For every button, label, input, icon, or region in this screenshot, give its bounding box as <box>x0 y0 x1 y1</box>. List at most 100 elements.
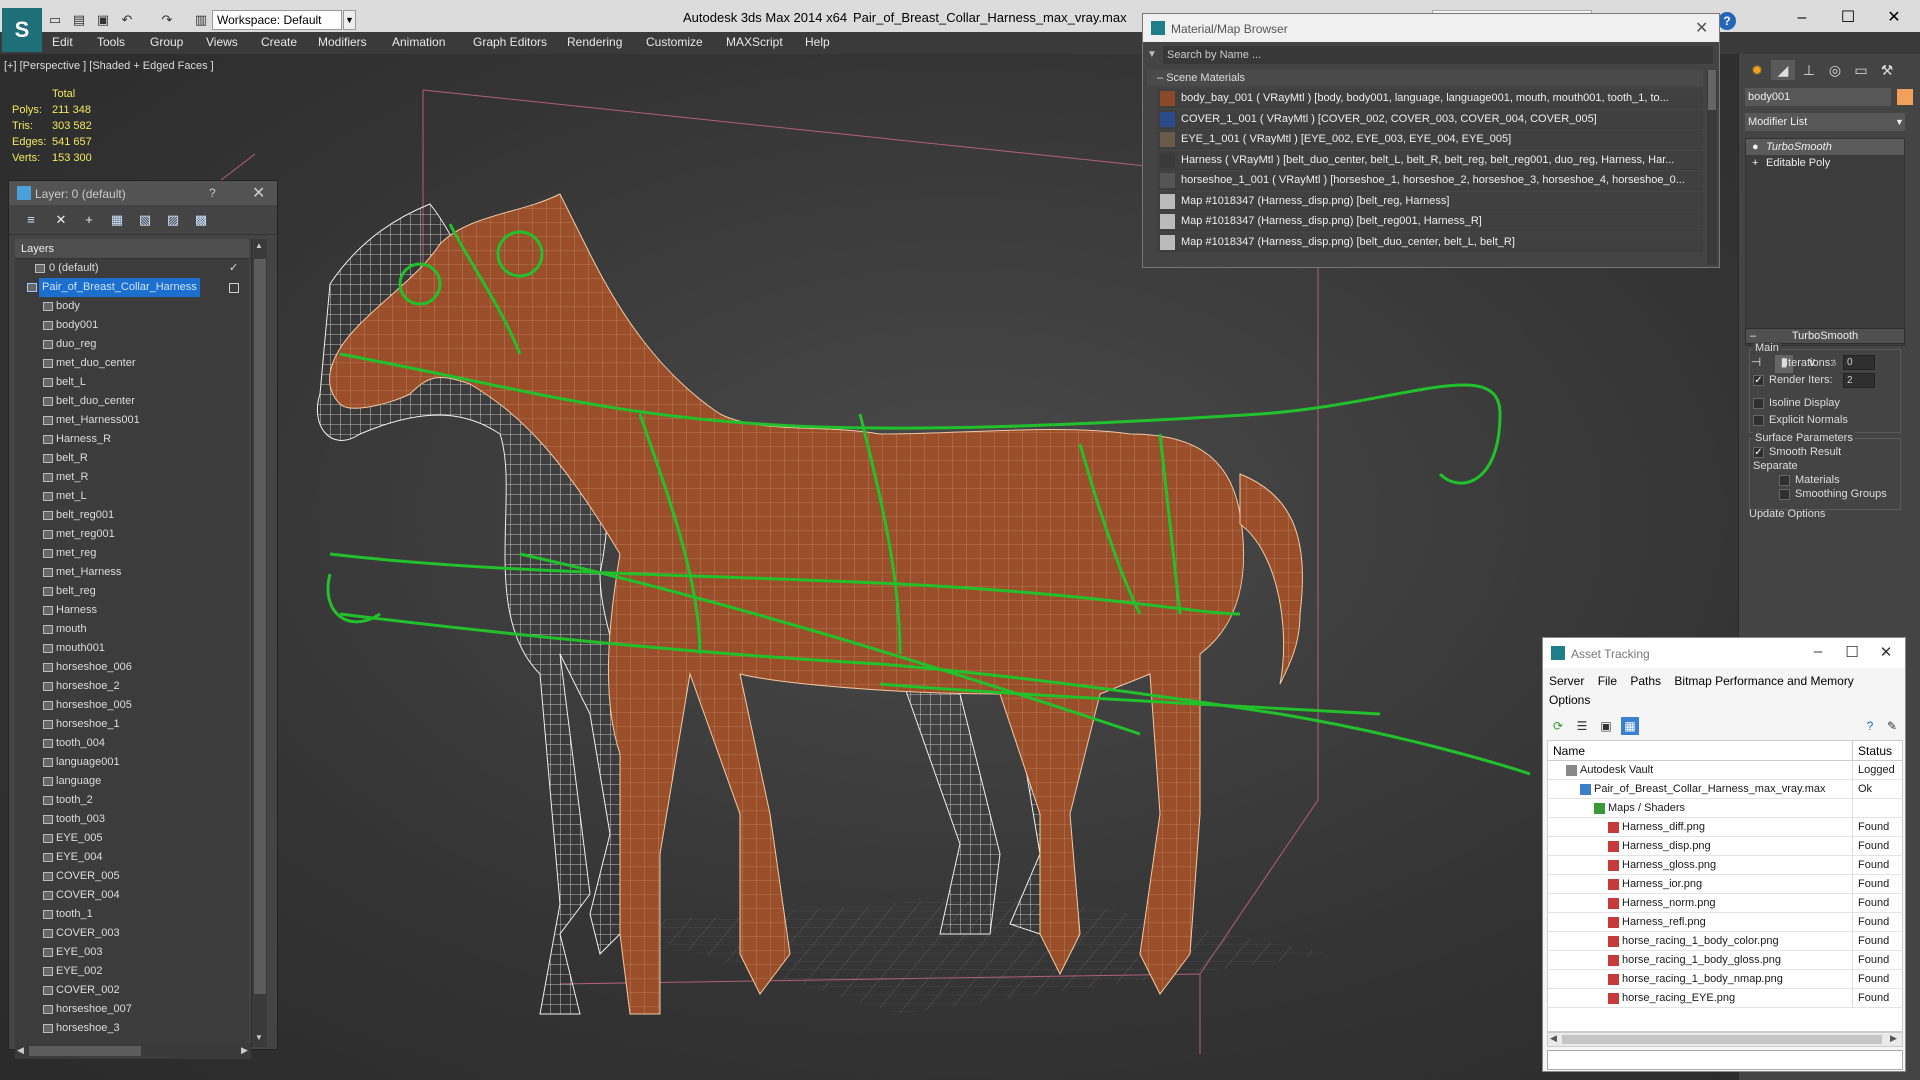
select-objects-icon[interactable]: ▦ <box>107 211 127 229</box>
utilities-tab-icon[interactable]: ⚒ <box>1875 60 1899 80</box>
menu-views[interactable]: Views <box>206 35 238 49</box>
viewport-label[interactable]: [+] [Perspective ] [Shaded + Edged Faces… <box>4 60 214 72</box>
close-button[interactable]: ✕ <box>1871 643 1901 661</box>
layer-row-selected[interactable]: Pair_of_Breast_Collar_Harness <box>15 278 249 297</box>
layer-object-row[interactable]: COVER_003 <box>15 924 249 943</box>
workspace-select[interactable]: Workspace: Default <box>212 10 342 30</box>
asset-table-row[interactable]: Harness_gloss.png Found <box>1548 856 1902 875</box>
material-list-item[interactable]: Map #1018347 (Harness_disp.png) [belt_re… <box>1157 212 1703 231</box>
layer-object-row[interactable]: met_Harness <box>15 563 249 582</box>
layer-object-row[interactable]: met_L <box>15 487 249 506</box>
asset-table-row[interactable]: Harness_diff.png Found <box>1548 818 1902 837</box>
menu-maxscript[interactable]: MAXScript <box>726 35 783 49</box>
layer-object-row[interactable]: mouth001 <box>15 639 249 658</box>
layer-object-row[interactable]: EYE_005 <box>15 829 249 848</box>
layer-object-row[interactable]: horseshoe_006 <box>15 658 249 677</box>
menu-rendering[interactable]: Rendering <box>567 35 622 49</box>
layer-object-row[interactable]: met_R <box>15 468 249 487</box>
materials-checkbox[interactable] <box>1779 475 1790 486</box>
object-color-swatch[interactable] <box>1897 89 1913 105</box>
refresh-icon[interactable]: ⟳ <box>1549 717 1567 735</box>
layer-object-row[interactable]: tooth_2 <box>15 791 249 810</box>
maximize-button[interactable]: ☐ <box>1828 6 1868 30</box>
modifier-list-dropdown[interactable]: Modifier List ▼ <box>1745 113 1905 131</box>
layer-object-row[interactable]: belt_reg <box>15 582 249 601</box>
expand-icon[interactable]: + <box>1752 155 1758 171</box>
hierarchy-tab-icon[interactable]: ⊥ <box>1797 60 1821 80</box>
menu-group[interactable]: Group <box>150 35 183 49</box>
scroll-down-icon[interactable]: ▼ <box>255 1033 263 1042</box>
layer-object-row[interactable]: COVER_002 <box>15 981 249 1000</box>
asset-table-row[interactable]: Pair_of_Breast_Collar_Harness_max_vray.m… <box>1548 780 1902 799</box>
asset-table-row[interactable]: Autodesk Vault Logged <box>1548 761 1902 780</box>
layer-close-button[interactable]: ✕ <box>252 183 265 203</box>
material-list-item[interactable]: COVER_1_001 ( VRayMtl ) [COVER_002, COVE… <box>1157 109 1703 129</box>
column-status[interactable]: Status <box>1858 744 1892 758</box>
menu-graph-editors[interactable]: Graph Editors <box>473 35 547 49</box>
app-logo-icon[interactable]: S <box>2 8 42 52</box>
layer-object-row[interactable]: tooth_003 <box>15 810 249 829</box>
material-browser-titlebar[interactable]: Material/Map Browser ✕ <box>1143 14 1719 42</box>
layer-object-row[interactable]: body001 <box>15 316 249 335</box>
menu-animation[interactable]: Animation <box>392 35 445 49</box>
asset-table-row[interactable]: Harness_ior.png Found <box>1548 875 1902 894</box>
scene-materials-group[interactable]: – Scene Materials <box>1147 70 1703 86</box>
layer-object-row[interactable]: met_duo_center <box>15 354 249 373</box>
layer-object-row[interactable]: tooth_1 <box>15 905 249 924</box>
menu-server[interactable]: Server <box>1549 674 1584 688</box>
thumbnail-view-icon[interactable]: ▣ <box>1597 717 1615 735</box>
layer-object-row[interactable]: body <box>15 297 249 316</box>
hide-all-layers-icon[interactable]: ▨ <box>163 211 183 229</box>
scroll-left-icon[interactable]: ◀ <box>1550 1033 1557 1044</box>
scrollbar-thumb[interactable] <box>29 1046 141 1056</box>
create-tab-icon[interactable]: ✹ <box>1745 60 1769 80</box>
layers-column-header[interactable]: Layers <box>15 239 249 259</box>
layer-object-row[interactable]: language001 <box>15 753 249 772</box>
layer-object-row[interactable]: belt_R <box>15 449 249 468</box>
layer-object-row[interactable]: COVER_005 <box>15 867 249 886</box>
column-divider[interactable] <box>1852 741 1853 761</box>
layer-object-row[interactable]: met_Harness001 <box>15 411 249 430</box>
layer-object-row[interactable]: met_reg <box>15 544 249 563</box>
settings-icon[interactable]: ✎ <box>1883 717 1901 735</box>
isoline-display-checkbox[interactable] <box>1753 398 1764 409</box>
material-list-item[interactable]: body_bay_001 ( VRayMtl ) [body, body001,… <box>1157 89 1703 108</box>
close-button[interactable]: ✕ <box>1874 6 1914 30</box>
scrollbar-thumb[interactable] <box>254 259 266 994</box>
layer-object-row[interactable]: belt_reg001 <box>15 506 249 525</box>
highlight-layer-icon[interactable]: ▧ <box>135 211 155 229</box>
current-layer-icon[interactable] <box>229 283 239 293</box>
add-selection-icon[interactable]: + <box>79 211 99 229</box>
layer-object-row[interactable]: belt_L <box>15 373 249 392</box>
minimize-button[interactable]: – <box>1782 6 1822 30</box>
menu-options[interactable]: Options <box>1549 693 1590 707</box>
column-name[interactable]: Name <box>1553 744 1585 758</box>
stack-item-editable-poly[interactable]: + Editable Poly <box>1746 155 1904 171</box>
undo-icon[interactable]: ↶ <box>118 11 136 29</box>
table-view-icon[interactable]: ▦ <box>1621 717 1639 735</box>
asset-table-row[interactable]: horse_racing_1_body_gloss.png Found <box>1548 951 1902 970</box>
scroll-right-icon[interactable]: ▶ <box>1890 1033 1897 1044</box>
asset-table-row[interactable]: horse_racing_1_body_color.png Found <box>1548 932 1902 951</box>
scroll-left-icon[interactable]: ◀ <box>17 1045 24 1056</box>
material-search-input[interactable]: Search by Name ... <box>1163 46 1713 64</box>
browser-options-icon[interactable]: ▼ <box>1147 49 1157 60</box>
object-name-field[interactable]: body001 <box>1745 88 1891 106</box>
scroll-right-icon[interactable]: ▶ <box>241 1045 248 1056</box>
render-iters-spinner[interactable]: 2 <box>1843 373 1875 388</box>
update-options-label[interactable]: Update Options <box>1749 508 1825 520</box>
asset-horizontal-scrollbar[interactable]: ◀ ▶ <box>1547 1032 1903 1047</box>
asset-table-row[interactable]: Harness_disp.png Found <box>1548 837 1902 856</box>
scroll-up-icon[interactable]: ▲ <box>255 241 263 250</box>
help-icon[interactable]: ? <box>1718 12 1736 30</box>
layer-object-row[interactable]: belt_duo_center <box>15 392 249 411</box>
layer-object-row[interactable]: horseshoe_007 <box>15 1000 249 1019</box>
lightbulb-icon[interactable]: ● <box>1752 139 1759 155</box>
open-file-icon[interactable]: ▤ <box>70 11 88 29</box>
layer-object-row[interactable]: COVER_004 <box>15 886 249 905</box>
create-layer-icon[interactable]: ≡ <box>21 211 41 229</box>
material-list-item[interactable]: EYE_1_001 ( VRayMtl ) [EYE_002, EYE_003,… <box>1157 130 1703 149</box>
save-icon[interactable]: ▣ <box>94 11 112 29</box>
layer-object-row[interactable]: horseshoe_005 <box>15 696 249 715</box>
material-browser-close-button[interactable]: ✕ <box>1695 18 1708 38</box>
